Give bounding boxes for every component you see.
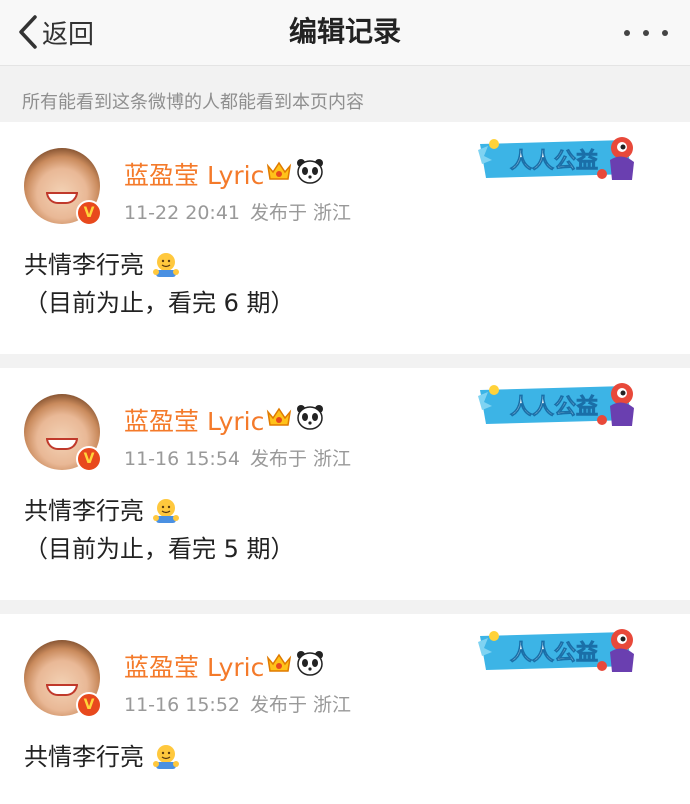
crown-icon <box>266 653 292 672</box>
post-content: 共情李行亮 <box>24 738 180 776</box>
panda-icon <box>297 651 323 676</box>
content-line: 共情李行亮 <box>24 246 295 284</box>
page-title: 编辑记录 <box>288 15 401 48</box>
banner-label: 人人公益 <box>510 394 598 419</box>
content-text: 共情李行亮 <box>24 497 144 525</box>
verified-badge-icon: V <box>76 446 102 472</box>
location: 发布于 浙江 <box>250 448 352 470</box>
charity-banner[interactable]: 人人公益 <box>476 376 642 430</box>
edit-record-card: V 蓝盈莹 Lyric 11-16 15:54 发布于 浙江 人人公益 共情李行亮… <box>0 368 690 600</box>
verified-badge-icon: V <box>76 692 102 718</box>
more-button[interactable] <box>624 28 668 38</box>
timestamp: 11-22 20:41 <box>124 202 241 224</box>
chevron-left-icon <box>19 15 37 49</box>
nav-bar: 返回 编辑记录 <box>0 0 690 66</box>
edit-record-card: V 蓝盈莹 Lyric 11-22 20:41 发布于 浙江 人人公益 共情李行亮… <box>0 122 690 354</box>
banner-label: 人人公益 <box>510 148 598 173</box>
charity-banner[interactable]: 人人公益 <box>476 622 642 676</box>
avatar[interactable]: V <box>24 394 102 472</box>
edit-record-card: V 蓝盈莹 Lyric 11-16 15:52 发布于 浙江 人人公益 共情李行亮 <box>0 614 690 804</box>
more-dot-icon <box>624 30 630 36</box>
hug-emoji-icon <box>153 499 179 523</box>
banner-label: 人人公益 <box>510 640 598 665</box>
crown-icon <box>266 407 292 426</box>
avatar[interactable]: V <box>24 148 102 226</box>
back-label: 返回 <box>42 19 95 50</box>
more-dot-icon <box>643 30 649 36</box>
panda-icon <box>297 159 323 184</box>
more-dot-icon <box>662 30 668 36</box>
post-meta: 11-16 15:52 发布于 浙江 <box>124 690 351 717</box>
back-button[interactable]: 返回 <box>18 12 94 52</box>
hug-emoji-icon <box>153 745 179 769</box>
location: 发布于 浙江 <box>250 694 352 716</box>
location: 发布于 浙江 <box>250 202 352 224</box>
post-meta: 11-16 15:54 发布于 浙江 <box>124 444 351 471</box>
content-line: 共情李行亮 <box>24 492 295 530</box>
content-line: （目前为止，看完 6 期） <box>24 289 295 317</box>
panda-icon <box>297 405 323 430</box>
post-content: 共情李行亮 （目前为止，看完 6 期） <box>24 246 295 322</box>
visibility-notice: 所有能看到这条微博的人都能看到本页内容 <box>22 92 364 113</box>
timestamp: 11-16 15:52 <box>124 694 241 716</box>
content-line: 共情李行亮 <box>24 738 180 776</box>
content-text: 共情李行亮 <box>24 743 144 771</box>
post-meta: 11-22 20:41 发布于 浙江 <box>124 198 351 225</box>
username[interactable]: 蓝盈莹 Lyric <box>124 402 264 438</box>
hug-emoji-icon <box>153 253 179 277</box>
content-line: （目前为止，看完 5 期） <box>24 535 295 563</box>
post-content: 共情李行亮 （目前为止，看完 5 期） <box>24 492 295 568</box>
username[interactable]: 蓝盈莹 Lyric <box>124 648 264 684</box>
crown-icon <box>266 161 292 180</box>
charity-banner[interactable]: 人人公益 <box>476 130 642 184</box>
timestamp: 11-16 15:54 <box>124 448 241 470</box>
username[interactable]: 蓝盈莹 Lyric <box>124 156 264 192</box>
content-text: 共情李行亮 <box>24 251 144 279</box>
avatar[interactable]: V <box>24 640 102 718</box>
verified-badge-icon: V <box>76 200 102 226</box>
